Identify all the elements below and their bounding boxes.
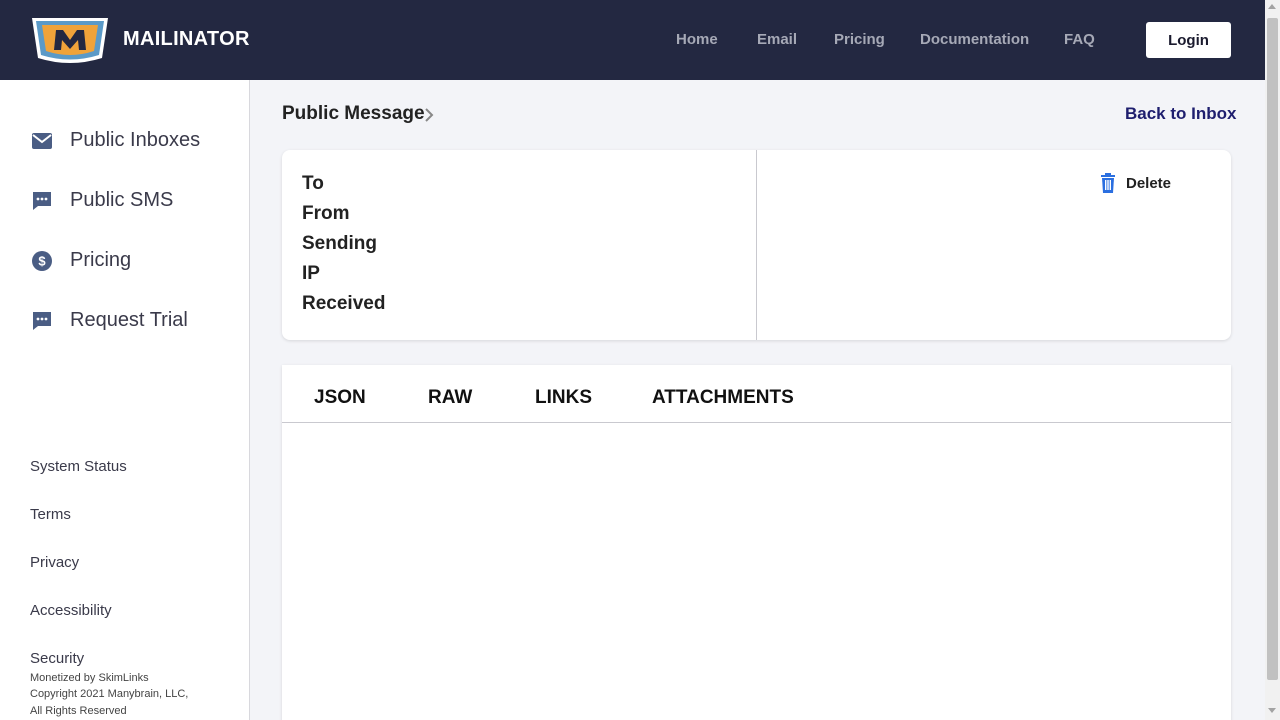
- field-from-label: From: [302, 203, 350, 224]
- chat-bubble-icon: [33, 192, 51, 210]
- scroll-down-arrow-icon[interactable]: [1268, 708, 1276, 713]
- footer-link-terms[interactable]: Terms: [30, 506, 71, 523]
- footer-link-accessibility[interactable]: Accessibility: [30, 602, 112, 619]
- mailinator-logo-icon[interactable]: [30, 14, 110, 66]
- delete-label: Delete: [1126, 174, 1172, 192]
- sidebar-item-public-sms[interactable]: Public SMS: [30, 186, 173, 216]
- tab-json[interactable]: JSON: [314, 387, 366, 409]
- nav-documentation[interactable]: Documentation: [920, 31, 1029, 48]
- back-to-inbox-link[interactable]: Back to Inbox: [1125, 104, 1236, 124]
- rights-note: All Rights Reserved: [30, 705, 127, 717]
- login-button[interactable]: Login: [1146, 22, 1231, 58]
- footer-link-system-status[interactable]: System Status: [30, 458, 127, 475]
- breadcrumb: Public Message: [282, 103, 425, 124]
- tab-bar: JSON RAW LINKS ATTACHMENTS: [282, 365, 1231, 423]
- scrollbar-thumb[interactable]: [1267, 18, 1278, 680]
- sidebar-item-label: Public Inboxes: [70, 129, 201, 151]
- dollar-circle-icon: $: [32, 251, 52, 271]
- field-sending-label: Sending: [302, 233, 377, 254]
- chat-bubble-icon: [33, 312, 51, 330]
- sidebar-item-pricing[interactable]: $ Pricing: [30, 246, 131, 276]
- svg-text:$: $: [38, 254, 46, 269]
- sidebar-item-label: Pricing: [70, 249, 132, 271]
- card-divider: [756, 150, 757, 340]
- brand-name[interactable]: MAILINATOR: [123, 28, 250, 51]
- nav-faq[interactable]: FAQ: [1064, 31, 1095, 48]
- nav-email[interactable]: Email: [757, 31, 797, 48]
- field-received-label: Received: [302, 293, 386, 314]
- copyright-note: Copyright 2021 Manybrain, LLC,: [30, 688, 189, 700]
- sidebar-item-request-trial[interactable]: Request Trial: [30, 306, 188, 336]
- message-body-card: JSON RAW LINKS ATTACHMENTS: [282, 365, 1231, 720]
- trash-icon: [1101, 173, 1115, 193]
- nav-pricing[interactable]: Pricing: [834, 31, 885, 48]
- envelope-icon: [32, 133, 52, 149]
- delete-button[interactable]: Delete: [1100, 172, 1171, 194]
- monetized-note: Monetized by SkimLinks: [30, 672, 149, 684]
- chevron-right-icon: [425, 108, 434, 122]
- field-to-label: To: [302, 173, 324, 194]
- footer-link-privacy[interactable]: Privacy: [30, 554, 79, 571]
- sidebar: Public Inboxes Public SMS $ Pricing Requ…: [0, 80, 250, 720]
- message-header-card: To From Sending IP Received Delete: [282, 150, 1231, 340]
- tab-attachments[interactable]: ATTACHMENTS: [652, 387, 794, 409]
- nav-home[interactable]: Home: [676, 31, 718, 48]
- tab-raw[interactable]: RAW: [428, 387, 472, 409]
- sidebar-item-label: Request Trial: [70, 309, 188, 331]
- sidebar-item-label: Public SMS: [70, 189, 174, 211]
- sidebar-item-public-inboxes[interactable]: Public Inboxes: [30, 126, 200, 156]
- scroll-up-arrow-icon[interactable]: [1268, 4, 1276, 9]
- top-navbar: MAILINATOR Home Email Pricing Documentat…: [0, 0, 1280, 80]
- footer-link-security[interactable]: Security: [30, 650, 84, 667]
- tab-links[interactable]: LINKS: [535, 387, 592, 409]
- field-ip-label: IP: [302, 263, 320, 284]
